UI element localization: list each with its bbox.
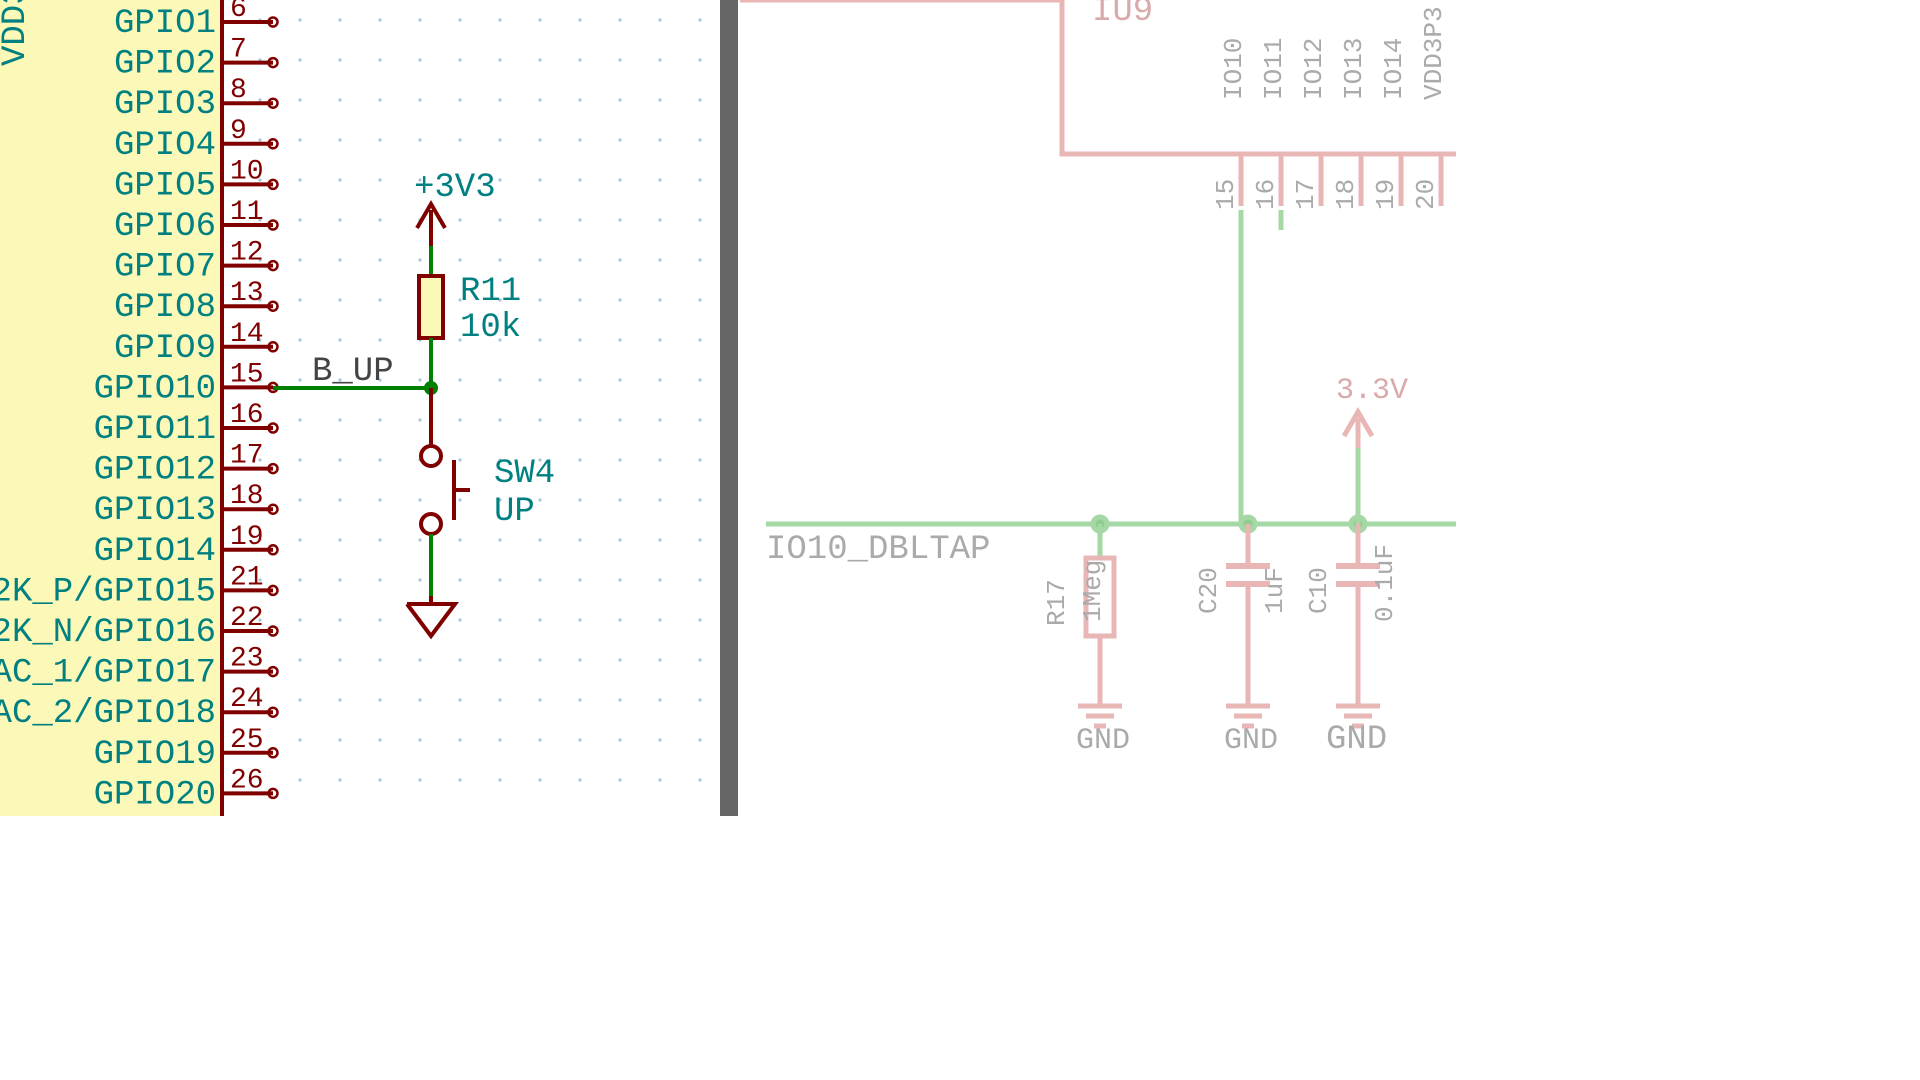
r11-val: 10k	[460, 309, 521, 347]
pin-number: 21	[230, 562, 264, 593]
pin-label: GPIO8	[114, 289, 216, 327]
pin-number: 18	[230, 481, 264, 512]
power-3v3-label: +3V3	[414, 169, 496, 207]
r17-val: 1Meg	[1078, 560, 1108, 622]
ic-pin-label: IO12	[1299, 38, 1329, 100]
ic-pin-number: 20	[1411, 179, 1441, 210]
gnd-label-2: GND	[1224, 724, 1278, 758]
pin-number: 12	[230, 238, 264, 269]
pin-number: 7	[230, 35, 247, 66]
schematic-canvas: VDD3 GPIO1 6 GPIO2 7 GPIO3 8 GPIO4 9 GPIO5 10 GPIO…	[0, 0, 1456, 816]
c20-ref: C20	[1194, 567, 1224, 614]
ic-pin-label: IO14	[1379, 38, 1409, 100]
pin-label: GPIO12	[94, 452, 216, 490]
pin-number: 16	[230, 400, 264, 431]
ic-pin-number: 19	[1371, 179, 1401, 210]
pin-number: 6	[230, 0, 247, 25]
c10-val: 0.1uF	[1370, 544, 1400, 622]
pin-number: 19	[230, 522, 264, 553]
power-3v3-right-label: 3.3V	[1336, 374, 1408, 408]
pin-label: GPIO10	[94, 370, 216, 408]
pin-number: 22	[230, 603, 264, 634]
ic-ref: IU9	[1092, 0, 1153, 31]
pin-label: GPIO4	[114, 127, 216, 165]
grid-region	[230, 0, 720, 816]
ic-pin-number: 18	[1331, 179, 1361, 210]
pin-label: GPIO19	[94, 736, 216, 774]
pin-label: GPIO14	[94, 533, 216, 571]
pin-label: GPIO3	[114, 86, 216, 124]
ic-pin-label: IO11	[1259, 38, 1289, 100]
pin-label: GPIO1	[114, 5, 216, 43]
sw4-val: UP	[494, 493, 535, 531]
pin-number: 10	[230, 156, 264, 187]
sw4-ref: SW4	[494, 455, 555, 493]
pin-label: GPIO11	[94, 411, 216, 449]
net-label-b-up: B_UP	[312, 353, 394, 391]
pin-label: 32K_N/GPIO16	[0, 614, 216, 652]
pin-label: 32K_P/GPIO15	[0, 573, 216, 611]
pin-label: DAC_1/GPIO17	[0, 655, 216, 693]
gnd-label-3: GND	[1326, 721, 1387, 759]
pin-number: 23	[230, 644, 264, 675]
pin-label: DAC_2/GPIO18	[0, 695, 216, 733]
r17-ref: R17	[1042, 579, 1072, 626]
c10-ref: C10	[1304, 567, 1334, 614]
ic-pin-label: IO10	[1219, 38, 1249, 100]
pane-divider[interactable]	[720, 0, 738, 816]
pin-number: 9	[230, 116, 247, 147]
pin-number: 8	[230, 75, 247, 106]
gnd-label-1: GND	[1076, 724, 1130, 758]
ic-pin-number: 16	[1251, 179, 1281, 210]
pin-number: 13	[230, 278, 264, 309]
net-label-io10-dbltap: IO10_DBLTAP	[766, 531, 990, 569]
ic-pin-number: 15	[1211, 179, 1241, 210]
pin-number: 25	[230, 725, 264, 756]
pin-label: GPIO2	[114, 46, 216, 84]
pin-label: GPIO9	[114, 330, 216, 368]
pin-number: 17	[230, 441, 264, 472]
ic-pin-label: IO13	[1339, 38, 1369, 100]
pin-label: GPIO13	[94, 492, 216, 530]
pin-number: 11	[230, 197, 264, 228]
pin-label: GPIO20	[94, 776, 216, 814]
pin-label: GPIO7	[114, 249, 216, 287]
pin-number: 14	[230, 319, 264, 350]
ic-pin-label: VDD3P3	[1419, 6, 1449, 100]
ic-pin-number: 17	[1291, 179, 1321, 210]
pin-label: GPIO5	[114, 167, 216, 205]
pin-number: 15	[230, 359, 264, 390]
pin-number: 24	[230, 684, 264, 715]
pin-number: 26	[230, 765, 264, 796]
pin-label: GPIO6	[114, 208, 216, 246]
power-label-vdd3: VDD3	[0, 0, 35, 66]
c20-val: 1uF	[1260, 567, 1290, 614]
r11-ref: R11	[460, 273, 521, 311]
